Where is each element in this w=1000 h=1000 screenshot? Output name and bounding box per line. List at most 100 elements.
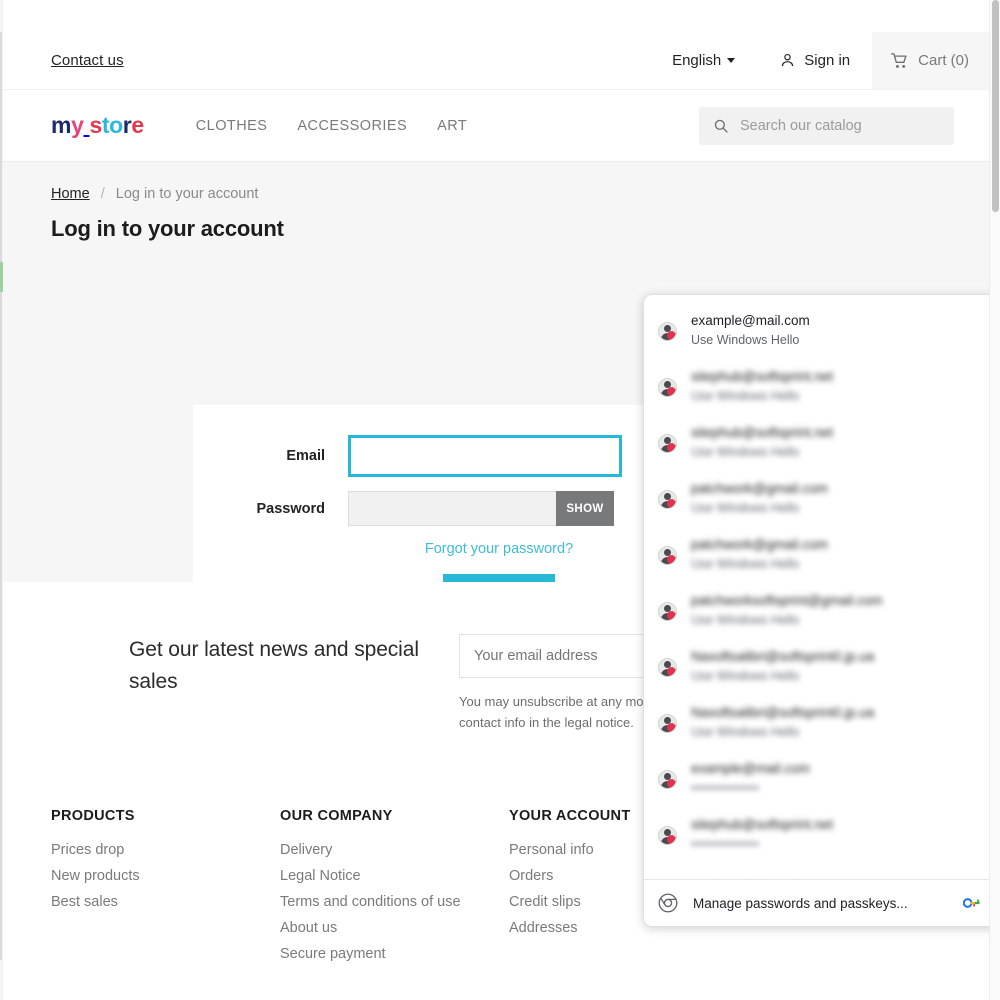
password-suggestion-username: sitephub@softsprint.net — [691, 425, 834, 441]
password-suggestion-subtitle: Use Windows Hello — [691, 613, 800, 628]
logo-char-2: y — [71, 112, 84, 138]
manage-passwords-row[interactable]: Manage passwords and passkeys... — [644, 879, 999, 926]
window-left-border — [0, 32, 2, 960]
password-suggestion-subtitle: Use Windows Hello — [691, 389, 800, 404]
account-avatar-icon — [658, 433, 677, 453]
email-label: Email — [286, 448, 325, 464]
password-suggestion-text: example@mail.com Use Windows Hello — [691, 313, 810, 349]
search-box[interactable]: Search our catalog — [699, 106, 954, 145]
account-avatar-icon — [658, 713, 677, 733]
breadcrumb-current: Log in to your account — [115, 186, 259, 202]
account-avatar-icon — [658, 489, 677, 509]
password-suggestion-username: Naxoftsalibri@softsprint0.jp.ua — [691, 705, 875, 721]
email-field[interactable] — [348, 435, 622, 477]
language-selector[interactable]: English — [650, 52, 757, 69]
password-suggestion-item[interactable]: sitephub@softsprint.net Use Windows Hello — [644, 359, 999, 415]
sign-in-label: Sign in — [804, 52, 851, 69]
password-suggestion-text: sitephub@softsprint.net Use Windows Hello — [691, 425, 833, 461]
footer-column-products: PRODUCTS Prices drop New products Best s… — [51, 808, 280, 962]
menu-item-accessories[interactable]: ACCESSORIES — [297, 118, 407, 134]
footer-heading-our-company: OUR COMPANY — [280, 807, 393, 824]
password-suggestion-subtitle: •••••••••••••• — [691, 837, 760, 852]
password-suggestion-subtitle: Use Windows Hello — [691, 669, 800, 684]
account-avatar-icon — [658, 601, 677, 621]
sign-in-button[interactable]: Sign in — [757, 52, 872, 69]
password-suggestion-text: Naxoftsalibri@softsprint0.jp.ua Use Windo… — [691, 705, 874, 741]
breadcrumb-home[interactable]: Home — [51, 186, 90, 202]
account-avatar-icon — [658, 545, 677, 565]
topbar-right-group: English Sign in Cart (0) — [650, 32, 989, 89]
account-avatar-icon — [658, 377, 677, 397]
forgot-password-link[interactable]: Forgot your password? — [425, 541, 573, 557]
password-suggestion-item[interactable]: patchwork@gmail.com Use Windows Hello — [644, 527, 999, 583]
page-scrollbar-thumb[interactable] — [992, 0, 999, 212]
logo-char-1: m — [51, 112, 72, 138]
footer-heading-products: PRODUCTS — [51, 807, 135, 824]
person-icon — [782, 53, 794, 67]
password-suggestion-username: example@mail.com — [691, 313, 810, 329]
search-input[interactable]: Search our catalog — [740, 118, 862, 134]
password-suggestion-subtitle: Use Windows Hello — [691, 557, 800, 572]
password-suggestion-text: patchwork@gmail.com Use Windows Hello — [691, 537, 828, 573]
password-suggestion-item[interactable]: example@mail.com •••••••••••••• — [644, 751, 999, 807]
password-autofill-dropdown[interactable]: example@mail.com Use Windows Hello sitephu… — [643, 294, 1000, 927]
password-suggestion-username: patchwork@gmail.com — [691, 537, 828, 553]
main-menu: CLOTHES ACCESSORIES ART — [196, 118, 467, 134]
cart-button[interactable]: Cart (0) — [872, 32, 989, 89]
topbar: Contact us English Sign in Cart (0) — [3, 32, 989, 90]
password-suggestion-text: sitephub@softsprint.net Use Windows Hello — [691, 369, 833, 405]
site-logo[interactable]: my store — [51, 114, 144, 137]
password-suggestion-subtitle: Use Windows Hello — [691, 445, 800, 460]
cart-label: Cart (0) — [918, 52, 969, 69]
footer-link-best-sales[interactable]: Best sales — [51, 894, 280, 910]
password-suggestion-item[interactable]: Naxoftsalibri@softsprint0.jp.ua Use Windo… — [644, 695, 999, 751]
password-suggestion-text: patchworksoftsprint@gmail.com Use Windows… — [691, 593, 883, 629]
password-suggestion-text: patchwork@gmail.com Use Windows Hello — [691, 481, 828, 517]
language-label: English — [672, 52, 722, 69]
contact-us-link[interactable]: Contact us — [51, 52, 124, 69]
logo-char-6: r — [122, 112, 132, 138]
password-suggestion-item[interactable]: sitephub@softsprint.net •••••••••••••• — [644, 807, 999, 863]
cart-icon — [891, 52, 907, 68]
screen: Contact us English Sign in Cart (0) my s… — [0, 0, 1000, 1000]
password-field[interactable] — [348, 491, 556, 526]
chevron-down-icon — [727, 58, 736, 63]
password-suggestion-subtitle: Use Windows Hello — [691, 501, 800, 516]
newsletter-title: Get our latest news and special sales — [129, 638, 419, 693]
password-suggestion-item[interactable]: example@mail.com Use Windows Hello — [644, 303, 999, 359]
menu-item-clothes[interactable]: CLOTHES — [196, 118, 268, 134]
footer-link-secure-payment[interactable]: Secure payment — [280, 946, 509, 962]
account-avatar-icon — [658, 657, 677, 677]
footer-column-our-company: OUR COMPANY Delivery Legal Notice Terms … — [280, 808, 509, 962]
password-suggestion-text: sitephub@softsprint.net •••••••••••••• — [691, 817, 833, 853]
show-password-button[interactable]: SHOW — [556, 491, 614, 526]
footer-link-legal-notice[interactable]: Legal Notice — [280, 868, 509, 884]
footer-link-about-us[interactable]: About us — [280, 920, 509, 936]
password-suggestion-username: Naxoftsalibri@softsprint0.jp.ua — [691, 649, 875, 665]
password-suggestion-subtitle: Use Windows Hello — [691, 333, 800, 348]
password-suggestion-subtitle: •••••••••••••• — [691, 781, 760, 796]
footer-link-new-products[interactable]: New products — [51, 868, 280, 884]
account-avatar-icon — [658, 769, 677, 789]
footer-link-prices-drop[interactable]: Prices drop — [51, 842, 280, 858]
account-avatar-icon — [658, 825, 677, 845]
password-label: Password — [256, 500, 326, 517]
password-suggestion-item[interactable]: Naxoftsalibri@softsprint0.jp.ua Use Windo… — [644, 639, 999, 695]
password-suggestion-subtitle: Use Windows Hello — [691, 725, 800, 740]
password-suggestion-item[interactable]: patchwork@gmail.com — [644, 863, 999, 879]
password-suggestion-item[interactable]: patchworksoftsprint@gmail.com Use Windows… — [644, 583, 999, 639]
password-suggestion-list[interactable]: example@mail.com Use Windows Hello sitephu… — [644, 295, 999, 879]
page-title: Log in to your account — [51, 216, 284, 241]
footer-link-terms[interactable]: Terms and conditions of use — [280, 894, 509, 910]
password-suggestion-username: sitephub@softsprint.net — [691, 369, 834, 385]
footer-link-delivery[interactable]: Delivery — [280, 842, 509, 858]
password-suggestion-item[interactable]: patchwork@gmail.com Use Windows Hello — [644, 471, 999, 527]
password-suggestion-username: patchworksoftsprint@gmail.com — [691, 593, 883, 609]
breadcrumb-separator: / — [100, 186, 105, 202]
logo-char-4: t — [101, 112, 110, 138]
password-suggestion-item[interactable]: sitephub@softsprint.net Use Windows Hello — [644, 415, 999, 471]
menu-item-art[interactable]: ART — [437, 118, 467, 134]
page-scrollbar[interactable] — [989, 0, 1000, 1000]
password-suggestion-username: example@mail.com — [691, 761, 810, 777]
password-suggestion-text: example@mail.com •••••••••••••• — [691, 761, 810, 797]
